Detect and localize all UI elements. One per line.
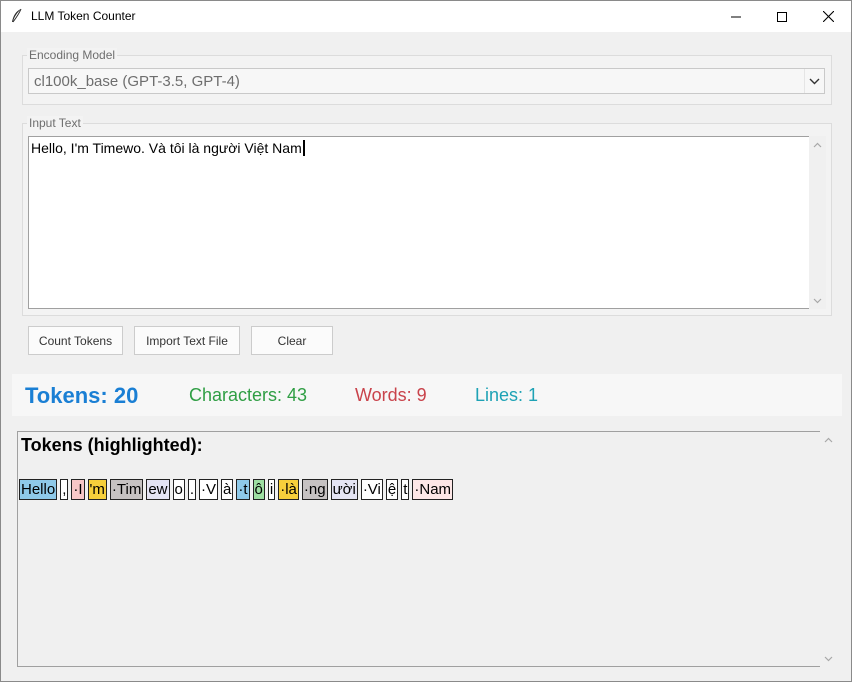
token-strip: Hello, ·I'm ·Tim ew o. ·V à ·t ô i ·là ·ng ười ·Vi ệ t ·… (19, 479, 454, 500)
window-title: LLM Token Counter (31, 9, 136, 23)
scroll-down-icon[interactable] (820, 650, 837, 667)
token-chip: à (221, 479, 234, 500)
input-scrollbar[interactable] (809, 136, 826, 309)
app-window: LLM Token Counter Encoding Model cl100k_… (0, 0, 852, 682)
minimize-icon (731, 16, 741, 17)
import-text-file-button[interactable]: Import Text File (134, 326, 240, 355)
token-chip: ệ (385, 479, 399, 500)
token-chip: o (172, 479, 185, 500)
encoding-model-label: Encoding Model (27, 48, 118, 62)
character-count: Characters: 43 (189, 385, 308, 405)
token-chip: i (267, 479, 276, 500)
minimize-button[interactable] (713, 1, 759, 32)
title-bar[interactable]: LLM Token Counter (1, 1, 851, 32)
tokens-heading: Tokens (highlighted): (21, 435, 203, 455)
token-chip: ười (330, 479, 358, 500)
scroll-down-icon[interactable] (809, 292, 826, 309)
input-text-label: Input Text (27, 116, 83, 130)
maximize-icon (777, 11, 787, 22)
token-chip: ·là (278, 479, 299, 500)
close-button[interactable] (805, 1, 851, 32)
input-text-value: Hello, I'm Timewo. Và tôi là người Việt … (31, 140, 302, 156)
count-tokens-button[interactable]: Count Tokens (28, 326, 123, 355)
encoding-model-select[interactable]: cl100k_base (GPT-3.5, GPT-4) (28, 68, 825, 94)
token-chip: ·V (199, 479, 219, 500)
text-caret (302, 140, 305, 156)
chevron-down-icon[interactable] (804, 69, 824, 93)
maximize-button[interactable] (759, 1, 805, 32)
input-textarea[interactable]: Hello, I'm Timewo. Và tôi là người Việt … (28, 136, 809, 309)
highlighted-tokens-panel[interactable]: Tokens (highlighted): Hello, ·I'm ·Tim ew o.… (17, 431, 820, 667)
line-count: Lines: 1 (475, 385, 539, 405)
close-icon (822, 11, 834, 22)
word-count: Words: 9 (355, 385, 427, 405)
scroll-up-icon[interactable] (820, 431, 837, 448)
token-chip: ·I (71, 479, 85, 500)
output-scrollbar[interactable] (820, 431, 837, 667)
clear-button[interactable]: Clear (251, 326, 333, 355)
token-chip: 'm (87, 479, 107, 500)
scroll-up-icon[interactable] (809, 136, 826, 153)
token-chip: . (187, 479, 197, 500)
encoding-model-value: cl100k_base (GPT-3.5, GPT-4) (34, 73, 240, 90)
feather-icon (10, 8, 24, 24)
token-count: Tokens: 20 (25, 383, 139, 408)
token-chip: ·Tim (109, 479, 144, 500)
token-chip: ·Nam (412, 479, 454, 500)
token-chip: t (401, 479, 410, 500)
token-chip: ô (252, 479, 265, 500)
token-chip: Hello (19, 479, 58, 500)
token-chip: ·ng (301, 479, 328, 500)
token-chip: ew (146, 479, 170, 500)
token-chip: ·Vi (360, 479, 383, 500)
stats-bar: Tokens: 20 Characters: 43 Words: 9 Lines… (12, 374, 842, 416)
token-chip: ·t (236, 479, 250, 500)
token-chip: , (60, 479, 69, 500)
